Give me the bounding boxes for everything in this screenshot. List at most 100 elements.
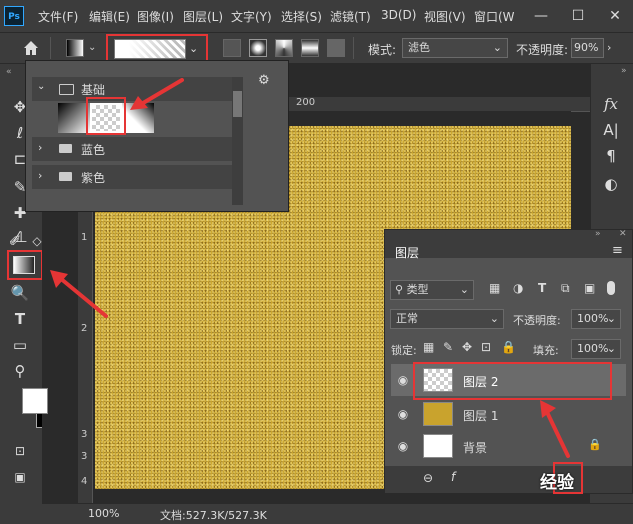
filter-toggle-icon[interactable]	[607, 281, 615, 295]
chevron-down-icon: ⌄	[606, 312, 616, 325]
menu-window[interactable]: 窗口(W	[474, 8, 515, 25]
folder-name: 蓝色	[81, 143, 106, 157]
chevron-right-icon: ›	[38, 141, 43, 154]
link-layers-icon[interactable]: ⊖	[423, 471, 433, 485]
folder-icon	[59, 172, 72, 181]
gradient-preview-field[interactable]	[114, 39, 186, 59]
lock-position-icon[interactable]: ✥	[462, 340, 472, 354]
type-tool-icon[interactable]: T	[9, 308, 31, 330]
gear-icon[interactable]: ⚙	[258, 73, 270, 88]
quick-mask-icon[interactable]: ⊡	[9, 440, 31, 462]
opacity-slider-chevron-icon[interactable]: ›	[607, 41, 611, 54]
minimize-button[interactable]: —	[524, 0, 558, 32]
opacity-input[interactable]: 90%	[571, 38, 604, 58]
lock-pixels-icon[interactable]: ✎	[443, 340, 453, 354]
ruler-label: 4	[81, 476, 88, 487]
radial-gradient-icon[interactable]	[249, 39, 267, 57]
eye-icon[interactable]: ◉	[396, 408, 410, 420]
layer-filter-value: 类型	[406, 283, 429, 296]
layer-opacity-input[interactable]: 100% ⌄	[571, 309, 621, 329]
layer-opacity-value: 100%	[577, 312, 609, 325]
menu-view[interactable]: 视图(V)	[424, 8, 466, 25]
character-icon[interactable]: A|	[597, 118, 625, 142]
filter-shape-icon[interactable]: ⧉	[561, 281, 570, 296]
gradient-folder-purple[interactable]: › 紫色	[32, 165, 242, 189]
gradient-tool-preset-icon[interactable]	[66, 39, 84, 57]
layers-panel-tabbar: » ✕ 图层 ≡	[385, 229, 632, 261]
filter-pixel-icon[interactable]: ▦	[489, 281, 500, 295]
fx-icon[interactable]: f	[451, 470, 455, 484]
lock-artboard-icon[interactable]: ⊡	[481, 340, 491, 354]
layer-filter-select[interactable]: ⚲ 类型 ⌄	[390, 280, 474, 300]
lock-all-icon[interactable]: 🔒	[501, 340, 516, 354]
menu-image[interactable]: 图像(I)	[137, 8, 174, 25]
chevron-down-icon: ⌄	[492, 41, 502, 54]
lock-transparent-icon[interactable]: ▦	[423, 340, 434, 354]
gradient-tool-icon[interactable]	[13, 256, 35, 274]
adjustments-icon[interactable]: ◐	[597, 172, 625, 196]
zoom-tool-icon[interactable]: ⚲	[9, 360, 31, 382]
fx-icon[interactable]: fx	[597, 92, 625, 116]
layer-name[interactable]: 背景	[463, 439, 487, 456]
foreground-color-swatch-front[interactable]	[22, 388, 48, 414]
collapse-arrows-icon[interactable]: »	[595, 229, 601, 239]
linear-gradient-icon[interactable]	[223, 39, 241, 57]
layer-blend-mode-value: 正常	[396, 312, 418, 325]
menu-filter[interactable]: 滤镜(T)	[330, 8, 371, 25]
menu-file[interactable]: 文件(F)	[38, 8, 78, 25]
search-icon: ⚲	[395, 283, 404, 296]
maximize-button[interactable]: ☐	[561, 0, 595, 32]
panel-menu-icon[interactable]: ≡	[612, 243, 623, 258]
filter-type-icon[interactable]: T	[538, 281, 546, 295]
fill-label: 填充:	[533, 344, 559, 357]
menu-type[interactable]: 文字(Y)	[231, 8, 272, 25]
paragraph-icon[interactable]: ¶	[597, 144, 625, 168]
chevron-down-icon: ⌄	[489, 312, 499, 325]
status-bar: 100% 文档:527.3K/527.3K	[42, 503, 633, 524]
filter-adjustment-icon[interactable]: ◑	[513, 281, 523, 295]
layer-row-layer1[interactable]: ◉ 图层 1	[391, 398, 626, 430]
blend-mode-select[interactable]: 滤色 ⌄	[402, 38, 508, 58]
chevron-down-icon: ⌄	[606, 342, 616, 355]
zoom-level[interactable]: 100%	[88, 507, 119, 520]
close-button[interactable]: ✕	[598, 0, 632, 32]
collapse-arrows-icon[interactable]: »	[621, 66, 627, 76]
folder-name: 紫色	[81, 171, 106, 185]
rectangle-tool-icon[interactable]: ▭	[9, 334, 31, 356]
ruler-label: 3	[81, 429, 88, 440]
ruler-label: 200	[296, 97, 316, 108]
home-icon[interactable]	[23, 40, 39, 56]
reflected-gradient-icon[interactable]	[301, 39, 319, 57]
history-brush-tool-icon[interactable]: ✐	[4, 230, 26, 252]
layer-blend-mode-select[interactable]: 正常 ⌄	[390, 309, 504, 329]
chevron-down-icon: ⌄	[37, 81, 46, 92]
photoshop-logo: Ps	[4, 6, 24, 26]
menu-layer[interactable]: 图层(L)	[183, 8, 223, 25]
gradient-dropdown-chevron-icon[interactable]: ⌄	[189, 42, 198, 55]
dodge-tool-icon[interactable]: 🔍	[9, 282, 31, 304]
menu-edit[interactable]: 编辑(E)	[89, 8, 130, 25]
layers-tab[interactable]: 图层	[395, 244, 419, 261]
angle-gradient-icon[interactable]	[275, 39, 293, 57]
filter-smart-object-icon[interactable]: ▣	[584, 281, 595, 295]
eye-icon[interactable]: ◉	[396, 374, 410, 386]
screen-mode-icon[interactable]: ▣	[9, 466, 31, 488]
annotation-arrow	[540, 400, 570, 458]
close-panel-icon[interactable]: ✕	[619, 229, 627, 239]
ruler-label: 3	[81, 451, 88, 462]
picker-scrollbar[interactable]	[232, 77, 243, 205]
gradient-folder-blue[interactable]: › 蓝色	[32, 137, 242, 161]
chevron-down-icon[interactable]: ⌄	[88, 42, 96, 53]
menu-select[interactable]: 选择(S)	[281, 8, 322, 25]
menu-3d[interactable]: 3D(D)	[381, 8, 416, 22]
layer-row-background[interactable]: ◉ 背景 🔒	[391, 430, 626, 462]
watermark-text: 经验	[540, 473, 574, 493]
diamond-gradient-icon[interactable]	[327, 39, 345, 57]
scrollbar-thumb[interactable]	[233, 91, 242, 117]
layer-name[interactable]: 图层 1	[463, 407, 498, 424]
fill-input[interactable]: 100% ⌄	[571, 339, 621, 359]
opacity-label: 不透明度:	[516, 43, 569, 57]
eye-icon[interactable]: ◉	[396, 440, 410, 452]
document-info: 文档:527.3K/527.3K	[160, 509, 267, 522]
collapse-arrows-icon[interactable]: «	[6, 67, 12, 77]
